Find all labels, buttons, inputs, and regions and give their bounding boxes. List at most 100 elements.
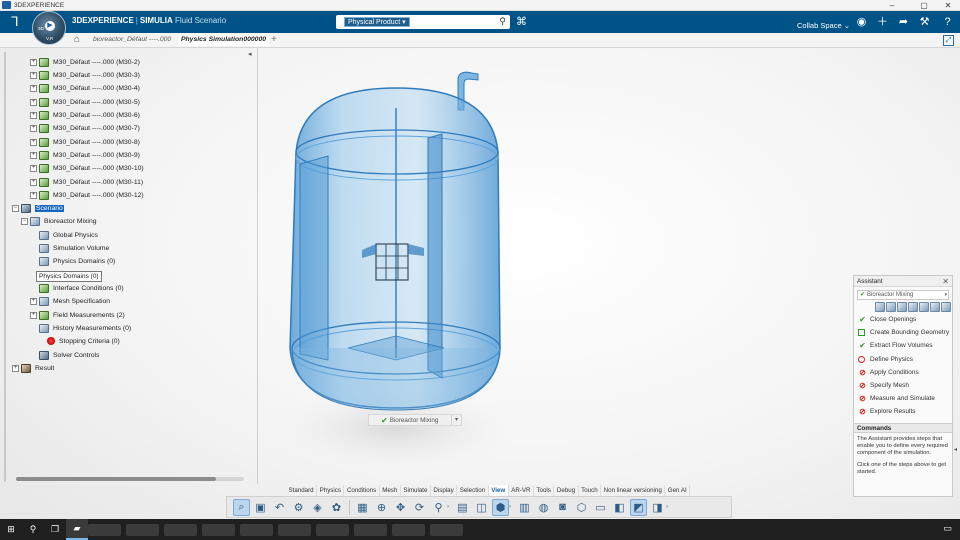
taskbar-app[interactable] [240, 523, 273, 536]
tab-physics[interactable]: Physics [317, 485, 345, 496]
tree-item-field-measurements[interactable]: + Field Measurements (2) [30, 309, 125, 321]
tree-horizontal-scrollbar[interactable] [16, 477, 244, 481]
sync-icon[interactable] [908, 302, 918, 312]
tree-item-physics-domains[interactable]: Physics Domains (0) [39, 255, 115, 267]
tree-item-history-measurements[interactable]: History Measurements (0) [39, 322, 131, 334]
ds-logo-icon[interactable]: ⅂ [6, 14, 24, 30]
tree-item-part[interactable]: + M30_Défaut ----.000 (M30-6) [30, 109, 140, 121]
tab-physics-simulation[interactable]: Physics Simulation000000 [178, 34, 270, 46]
tag-icon[interactable]: ⌘ [516, 15, 527, 28]
cube-icon[interactable]: ◫ [473, 499, 490, 516]
camera-icon[interactable]: ▤ [454, 499, 471, 516]
tab-standard[interactable]: Standard [286, 485, 318, 496]
tree-item-part[interactable]: + M30_Défaut ----.000 (M30-12) [30, 189, 144, 201]
task-view-icon[interactable]: ❐ [44, 519, 66, 540]
zoom-icon[interactable]: ⚲ [430, 499, 447, 516]
user-icon[interactable]: ◉ [855, 16, 868, 28]
tree-item-scenario[interactable]: − Scenario [12, 202, 64, 214]
document-icon[interactable]: ▭ [592, 499, 609, 516]
update-icon[interactable] [886, 302, 896, 312]
tab-debug[interactable]: Debug [554, 485, 579, 496]
expand-icon[interactable]: + [30, 111, 37, 119]
tree-scrollbar[interactable] [4, 52, 6, 482]
tree-item-part[interactable]: + M30_Défaut ----.000 (M30-11) [30, 176, 143, 188]
search-scope-dropdown[interactable]: Physical Product ▾ [344, 17, 410, 27]
3d-viewport[interactable]: ✔ Bioreactor Mixing ▾ [262, 48, 850, 484]
panel-divider[interactable] [257, 48, 258, 484]
taskbar-app[interactable] [202, 523, 235, 536]
home-icon[interactable]: ⌂ [74, 34, 80, 45]
chevron-right-icon[interactable]: › [666, 504, 671, 510]
hide-show-icon[interactable]: ◈ [309, 499, 326, 516]
tab-mesh[interactable]: Mesh [379, 485, 401, 496]
windows-start-icon[interactable]: ⊞ [0, 519, 22, 540]
step-measure-and-simulate[interactable]: ⊘ Measure and Simulate [854, 392, 952, 405]
tree-item-simulation-volume[interactable]: Simulation Volume [39, 242, 109, 254]
expand-icon[interactable]: + [30, 297, 37, 305]
target-icon[interactable]: ⊕ [373, 499, 390, 516]
step-explore-results[interactable]: ⊘ Explore Results [854, 405, 952, 418]
tree-item-solver-controls[interactable]: Solver Controls [39, 349, 99, 361]
tree-item-bioreactor-mixing[interactable]: − Bioreactor Mixing [21, 215, 97, 227]
step-specify-mesh[interactable]: ⊘ Specify Mesh [854, 379, 952, 392]
close-window-button[interactable]: ✕ [936, 0, 960, 11]
chevron-down-icon[interactable]: ▾ [944, 291, 947, 299]
expand-icon[interactable]: + [12, 364, 19, 372]
refresh-icon[interactable] [897, 302, 907, 312]
taskbar-app[interactable] [316, 523, 349, 536]
maximize-button[interactable]: ▢ [912, 0, 936, 11]
tab-tools[interactable]: Tools [533, 485, 555, 496]
plus-icon[interactable]: ＋ [876, 16, 889, 28]
assistant-simulation-select[interactable]: ✔ Bioreactor Mixing ▾ [857, 290, 949, 300]
undo-icon[interactable]: ↶ [271, 499, 288, 516]
tree-item-part[interactable]: + M30_Défaut ----.000 (M30-10) [30, 162, 144, 174]
notification-icon[interactable]: ▭ [943, 523, 952, 534]
tab-display[interactable]: Display [430, 485, 458, 496]
tree-item-mesh-specification[interactable]: + Mesh Specification [30, 295, 110, 307]
all-views-icon[interactable]: ▣ [252, 499, 269, 516]
collab-space-dropdown[interactable]: Collab Space ⌄ [797, 21, 850, 30]
tree-item-part[interactable]: + M30_Défaut ----.000 (M30-9) [30, 149, 140, 161]
collapse-icon[interactable]: − [12, 204, 19, 212]
tab-simulate[interactable]: Simulate [400, 485, 431, 496]
expand-icon[interactable]: + [30, 71, 37, 79]
expand-icon[interactable]: + [30, 138, 37, 146]
capture-icon[interactable]: ◙ [554, 499, 571, 516]
save-icon[interactable]: ▥ [516, 499, 533, 516]
taskbar-app[interactable] [430, 523, 463, 536]
expand-icon[interactable]: + [30, 178, 37, 186]
tab-ar-vr[interactable]: AR-VR [508, 485, 534, 496]
tree-item-stopping-criteria[interactable]: Stopping Criteria (0) [47, 335, 120, 347]
tab-selection[interactable]: Selection [457, 485, 489, 496]
table-icon[interactable] [919, 302, 929, 312]
step-close-openings[interactable]: ✔ Close Openings [854, 313, 952, 326]
tree-item-part[interactable]: + M30_Défaut ----.000 (M30-7) [30, 122, 140, 134]
chevron-right-icon[interactable]: › [509, 504, 514, 510]
expand-icon[interactable]: + [30, 98, 37, 106]
bioreactor-model[interactable] [262, 48, 850, 484]
fullscreen-icon[interactable]: ⤢ [943, 35, 954, 46]
step-create-bounding-geometry[interactable]: Create Bounding Geometry [854, 326, 952, 339]
layout-icon[interactable]: ◨ [649, 499, 666, 516]
info-icon[interactable] [930, 302, 940, 312]
mesh-tool-icon[interactable] [875, 302, 885, 312]
tab-view[interactable]: View [488, 485, 509, 496]
collapse-icon[interactable]: − [21, 217, 28, 225]
chevron-down-icon[interactable]: ▾ [451, 415, 461, 425]
expand-icon[interactable]: + [30, 151, 37, 159]
rotate-icon[interactable]: ⟳ [411, 499, 428, 516]
view-mode-icon[interactable]: ◩ [630, 498, 647, 516]
taskbar-app[interactable] [126, 523, 159, 536]
taskbar-app[interactable] [278, 523, 311, 536]
chevron-right-icon[interactable]: › [447, 504, 452, 510]
tree-item-part[interactable]: + M30_Défaut ----.000 (M30-3) [30, 69, 140, 81]
file-explorer-icon[interactable]: ▰ [66, 519, 88, 540]
tree-item-part[interactable]: + M30_Défaut ----.000 (M30-4) [30, 82, 140, 94]
taskbar-app[interactable] [164, 523, 197, 536]
color-icon[interactable]: ✿ [328, 499, 345, 516]
expand-icon[interactable]: + [30, 311, 37, 319]
shape-icon[interactable]: ⬡ [573, 499, 590, 516]
close-icon[interactable]: ✕ [942, 276, 949, 287]
compass-widget[interactable]: 3D ▶ V,R [32, 11, 66, 45]
taskbar-app[interactable] [88, 523, 121, 536]
